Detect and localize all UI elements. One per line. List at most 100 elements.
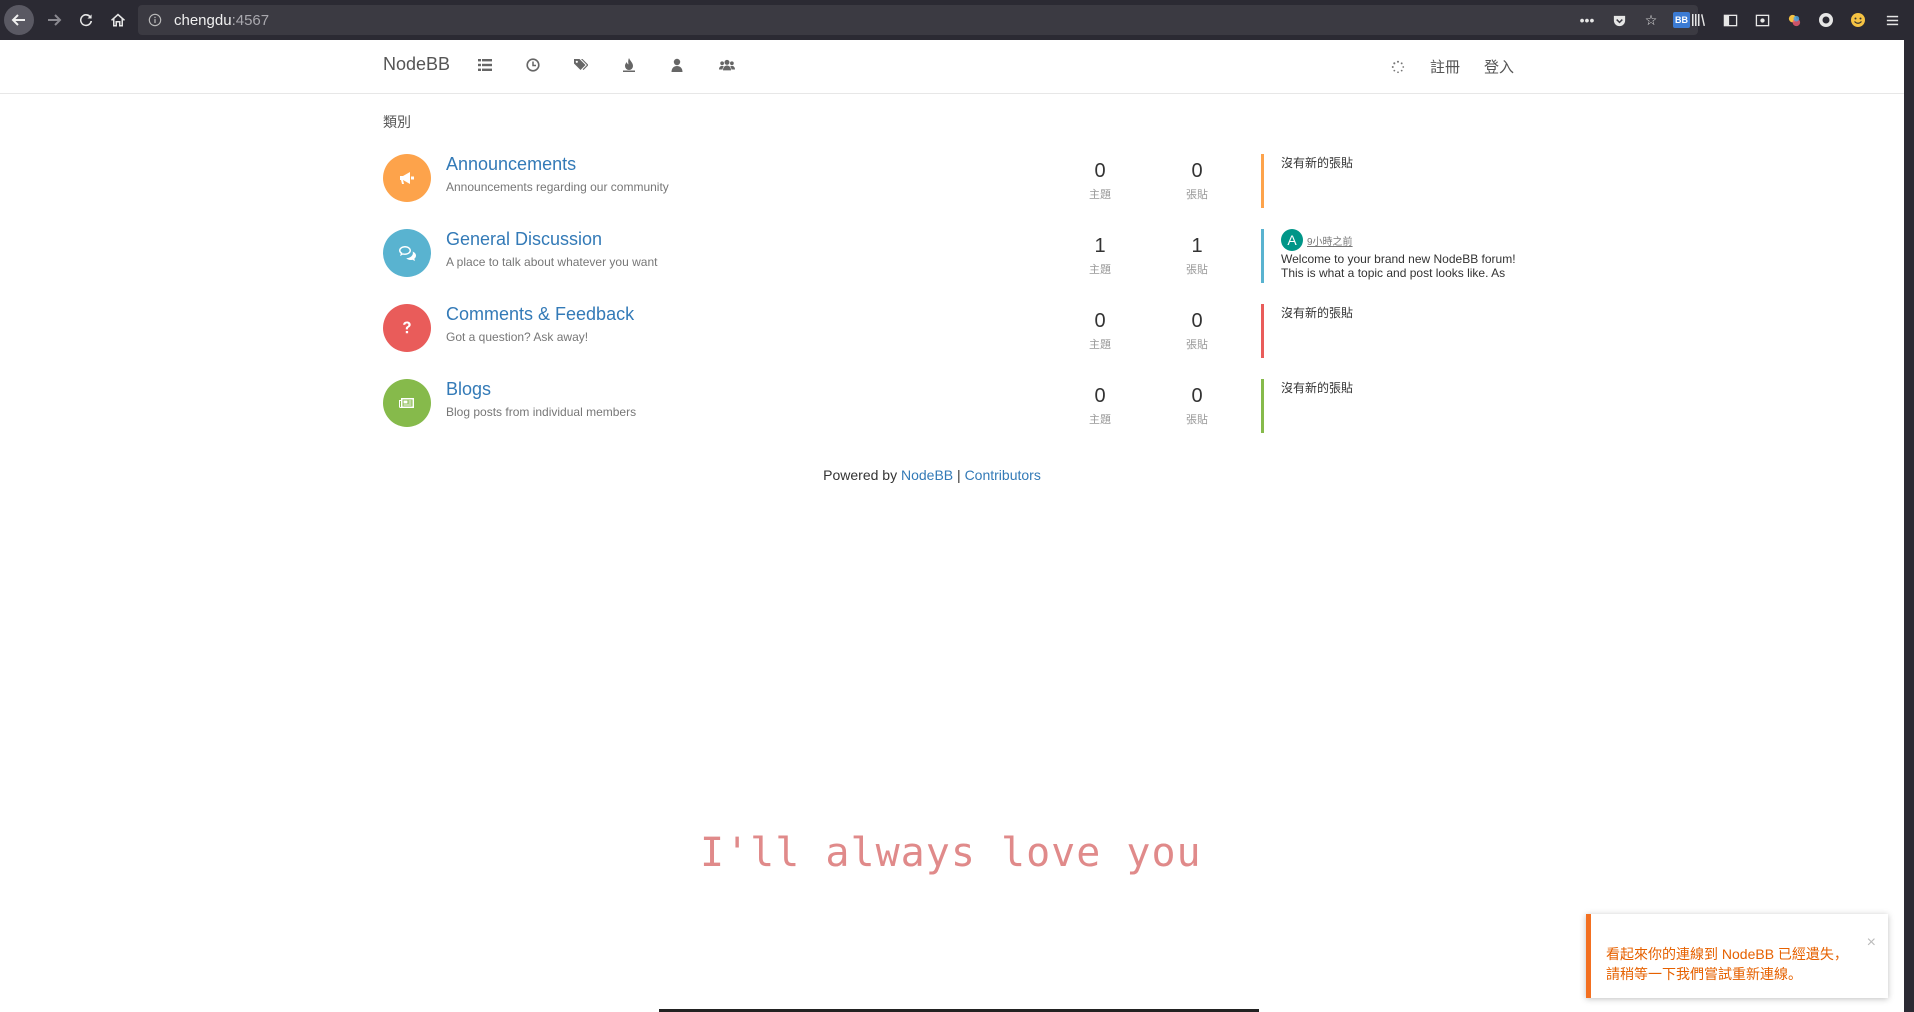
categories-icon[interactable] (476, 54, 494, 76)
category-title[interactable]: Announcements (446, 154, 576, 175)
teaser-color-bar (1261, 154, 1264, 208)
newspaper-icon[interactable] (383, 379, 431, 427)
tags-icon[interactable] (572, 54, 590, 76)
category-title[interactable]: General Discussion (446, 229, 602, 250)
hamburger-menu-icon[interactable] (1882, 10, 1902, 30)
posts-number: 0 (1191, 160, 1203, 182)
posts-label: 張貼 (1186, 414, 1208, 426)
posts-count: 0 張貼 (1167, 160, 1227, 202)
powered-by-text: Powered by (823, 467, 898, 483)
brand-logo[interactable]: NodeBB (383, 54, 450, 75)
contributors-link[interactable]: Contributors (965, 467, 1041, 483)
address-bar[interactable]: chengdu:4567 ••• ☆ BB (138, 5, 1698, 35)
groups-icon[interactable] (716, 54, 738, 76)
home-button[interactable] (102, 4, 134, 36)
screenshot-icon[interactable] (1752, 10, 1772, 30)
posts-number: 0 (1191, 385, 1203, 407)
topics-count: 1 主題 (1070, 235, 1130, 277)
category-teaser: 沒有新的張貼 (1261, 379, 1521, 433)
category-row: General Discussion A place to talk about… (383, 229, 1523, 289)
forward-button[interactable] (38, 4, 70, 36)
arrow-left-icon (11, 14, 25, 26)
page-actions-icon[interactable]: ••• (1577, 10, 1597, 30)
posts-label: 張貼 (1186, 339, 1208, 351)
posts-label: 張貼 (1186, 189, 1208, 201)
topics-label: 主題 (1089, 339, 1111, 351)
info-icon[interactable] (148, 13, 162, 27)
users-icon[interactable] (668, 54, 686, 76)
posts-label: 張貼 (1186, 264, 1208, 276)
browser-toolbar: chengdu:4567 ••• ☆ BB (0, 0, 1914, 40)
url-host: chengdu (174, 11, 232, 29)
question-icon[interactable] (383, 304, 431, 352)
bookmark-star-icon[interactable]: ☆ (1641, 10, 1661, 30)
connection-lost-toast: 看起來你的連線到 NodeBB 已經遺失，請稍等一下我們嘗試重新連線。 × (1586, 914, 1888, 998)
comments-icon[interactable] (383, 229, 431, 277)
topics-count: 0 主題 (1070, 160, 1130, 202)
site-header: NodeBB 註冊 登入 (0, 40, 1904, 94)
category-teaser: 沒有新的張貼 (1261, 304, 1521, 358)
emoji-extension-icon[interactable] (1848, 10, 1868, 30)
teaser-color-bar (1261, 379, 1264, 433)
sidebar-icon[interactable] (1720, 10, 1740, 30)
teaser-timestamp[interactable]: 9小時之前 (1307, 233, 1353, 248)
teaser-color-bar (1261, 304, 1264, 358)
teaser-empty-text: 沒有新的張貼 (1281, 156, 1354, 170)
topics-number: 0 (1094, 385, 1106, 407)
posts-count: 0 張貼 (1167, 310, 1227, 352)
teaser-empty-text: 沒有新的張貼 (1281, 381, 1354, 395)
reload-icon (79, 13, 93, 27)
color-extension-icon[interactable] (1784, 10, 1804, 30)
posts-number: 0 (1191, 310, 1203, 332)
teaser-excerpt[interactable]: Welcome to your brand new NodeBB forum! … (1281, 252, 1521, 280)
posts-number: 1 (1191, 235, 1203, 257)
topics-number: 1 (1094, 235, 1106, 257)
category-description: A place to talk about whatever you want (446, 255, 658, 269)
category-teaser: 沒有新的張貼 (1261, 154, 1521, 208)
arrow-right-icon (48, 14, 62, 26)
posts-count: 0 張貼 (1167, 385, 1227, 427)
category-row: Announcements Announcements regarding ou… (383, 154, 1523, 214)
category-row: Blogs Blog posts from individual members… (383, 379, 1523, 439)
avatar[interactable]: A (1281, 229, 1303, 251)
topics-count: 0 主題 (1070, 385, 1130, 427)
bullhorn-icon[interactable] (383, 154, 431, 202)
url-port: :4567 (231, 11, 270, 29)
topics-number: 0 (1094, 160, 1106, 182)
category-row: Comments & Feedback Got a question? Ask … (383, 304, 1523, 364)
topics-count: 0 主題 (1070, 310, 1130, 352)
footer-credit: Powered by NodeBB | Contributors (0, 467, 1914, 483)
url-text: chengdu:4567 (174, 12, 269, 29)
library-icon[interactable] (1688, 10, 1708, 30)
teaser-empty-text: 沒有新的張貼 (1281, 306, 1354, 320)
breadcrumb: 類別 (383, 114, 411, 130)
register-link[interactable]: 註冊 (1430, 56, 1460, 77)
page-scrollbar[interactable] (1904, 40, 1914, 1012)
loading-spinner-icon (1390, 59, 1406, 75)
login-link[interactable]: 登入 (1484, 56, 1514, 77)
category-description: Got a question? Ask away! (446, 330, 589, 344)
topics-label: 主題 (1089, 264, 1111, 276)
home-icon (111, 13, 125, 27)
close-icon[interactable]: × (1867, 934, 1876, 952)
teaser-meta: A 9小時之前 (1281, 229, 1521, 251)
category-title[interactable]: Comments & Feedback (446, 304, 634, 325)
category-description: Blog posts from individual members (446, 405, 637, 419)
category-title[interactable]: Blogs (446, 379, 491, 400)
nodebb-link[interactable]: NodeBB (901, 467, 953, 483)
topics-number: 0 (1094, 310, 1106, 332)
pocket-icon[interactable] (1609, 10, 1629, 30)
popular-fire-icon[interactable] (620, 54, 638, 76)
main-nav (476, 54, 738, 76)
reload-button[interactable] (70, 4, 102, 36)
topics-label: 主題 (1089, 414, 1111, 426)
back-button[interactable] (4, 5, 34, 35)
posts-count: 1 張貼 (1167, 235, 1227, 277)
footer-separator: | (957, 467, 961, 483)
overlay-text: I'll always love you (700, 830, 1202, 876)
category-description: Announcements regarding our community (446, 180, 669, 194)
recent-clock-icon[interactable] (524, 54, 542, 76)
circle-extension-icon[interactable] (1816, 10, 1836, 30)
category-teaser: A 9小時之前 Welcome to your brand new NodeBB… (1261, 229, 1521, 283)
toast-message: 看起來你的連線到 NodeBB 已經遺失，請稍等一下我們嘗試重新連線。 (1606, 946, 1848, 982)
